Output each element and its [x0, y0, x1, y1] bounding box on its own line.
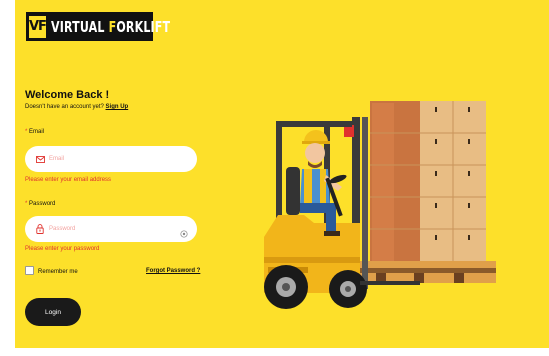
email-placeholder: Email: [49, 156, 65, 162]
page-title: Welcome Back !: [25, 89, 110, 101]
login-button[interactable]: Login: [25, 298, 81, 326]
signup-prompt: Doesn't have an account yet? Sign Up: [25, 104, 129, 110]
mail-icon: [34, 153, 46, 165]
boxes-stack: [360, 101, 496, 283]
forklift-illustration: [264, 101, 496, 309]
remember-me-label: Remember me: [38, 269, 78, 275]
password-placeholder: Password: [49, 226, 76, 232]
lock-icon: [34, 223, 46, 235]
remember-me-checkbox[interactable]: [25, 266, 34, 275]
email-field[interactable]: Email: [25, 146, 197, 172]
brand-name: VIRTUAL FORKLIFT: [50, 17, 171, 36]
brand-logo: VF VIRTUAL FORKLIFT: [26, 12, 170, 41]
logo-mark: VF: [29, 15, 47, 38]
password-error: Please enter your password: [25, 246, 100, 252]
password-field[interactable]: Password: [25, 216, 197, 242]
email-error: Please enter your email address: [25, 177, 112, 183]
email-label: * Email: [25, 129, 45, 135]
signup-link[interactable]: Sign Up: [106, 104, 129, 110]
password-label: * Password: [25, 201, 56, 207]
forgot-password-link[interactable]: Forgot Password ?: [146, 268, 200, 274]
show-password-icon[interactable]: [180, 225, 188, 238]
